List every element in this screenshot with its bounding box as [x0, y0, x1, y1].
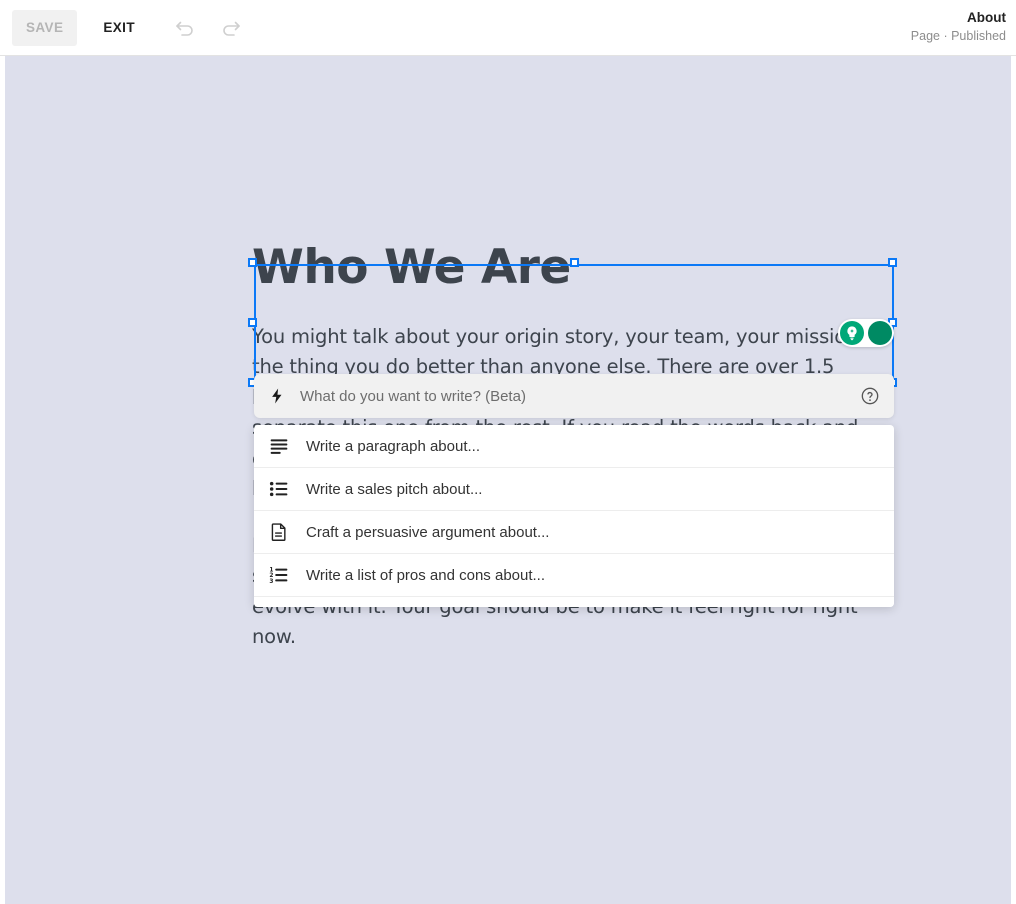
numbered-list-icon: 1 2 3 — [268, 565, 290, 585]
suggestion-label: Write a paragraph about... — [306, 437, 480, 455]
resize-handle-top-right[interactable] — [888, 258, 897, 267]
suggestion-item-persuasive-argument[interactable]: Craft a persuasive argument about... — [254, 511, 894, 554]
editor-toolbar: SAVE EXIT About Page · Published — [0, 0, 1016, 56]
page-title: About — [967, 10, 1006, 26]
resize-handle-top-left[interactable] — [248, 258, 257, 267]
resize-handle-middle-left[interactable] — [248, 318, 257, 327]
bulleted-list-icon — [268, 479, 290, 499]
save-button[interactable]: SAVE — [12, 9, 78, 46]
ai-suggestions-dropdown: Write a paragraph about... Write a sales… — [254, 425, 894, 607]
page-canvas[interactable]: Who We Are You might talk about your ori… — [5, 56, 1011, 904]
resize-handle-top-center[interactable] — [570, 258, 579, 267]
suggestion-item-pros-and-cons[interactable]: 1 2 3 Write a list of pros and cons abou… — [254, 554, 894, 597]
exit-button[interactable]: EXIT — [87, 10, 151, 46]
undo-button[interactable] — [165, 8, 205, 48]
dropdown-bottom-padding — [254, 597, 894, 607]
lightning-bolt-icon — [268, 386, 286, 406]
crescent-moon-icon[interactable] — [868, 321, 892, 345]
undo-arrow-icon — [173, 14, 197, 41]
svg-text:3: 3 — [269, 579, 273, 585]
editor-canvas-area: Who We Are You might talk about your ori… — [0, 56, 1016, 904]
redo-button[interactable] — [211, 8, 251, 48]
redo-arrow-icon — [219, 14, 243, 41]
suggestion-label: Write a sales pitch about... — [306, 480, 483, 498]
document-icon — [268, 522, 290, 542]
ai-assistant-toggle[interactable] — [838, 319, 894, 347]
toolbar-left-group: SAVE EXIT — [0, 8, 251, 48]
page-status-label: Page · Published — [910, 29, 1006, 44]
suggestion-label: Write a list of pros and cons about... — [306, 566, 546, 584]
suggestion-item-sales-pitch[interactable]: Write a sales pitch about... — [254, 468, 894, 511]
lightbulb-icon[interactable] — [840, 321, 864, 345]
suggestion-item-paragraph[interactable]: Write a paragraph about... — [254, 425, 894, 468]
ai-prompt-bar[interactable] — [254, 374, 894, 418]
paragraph-lines-icon — [268, 436, 290, 456]
help-circle-icon[interactable] — [860, 386, 880, 406]
suggestion-label: Craft a persuasive argument about... — [306, 523, 550, 541]
page-info: About Page · Published — [911, 10, 1016, 45]
ai-prompt-input[interactable] — [298, 386, 850, 406]
